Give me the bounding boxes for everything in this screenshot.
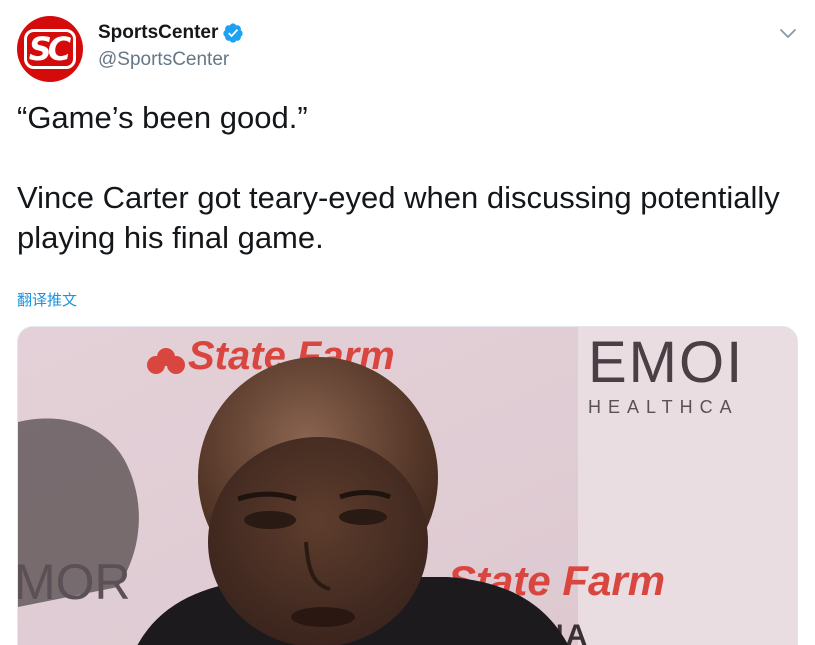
video-frame: State Farm EMOI HEALTHCA MOR State Farm … [18,327,797,645]
video-thumbnail[interactable]: State Farm EMOI HEALTHCA MOR State Farm … [17,326,798,645]
emory-sub-text: HEALTHCA [588,397,739,417]
tweet-body: Vince Carter got teary-eyed when discuss… [17,180,780,255]
display-name[interactable]: SportsCenter [98,22,218,44]
tweet-text: “Game’s been good.” Vince Carter got tea… [17,98,797,258]
avatar[interactable]: SC [17,16,83,82]
emory-top-text: EMOI [588,330,744,395]
emory-left-text: MOR [18,554,131,610]
tweet-quote: “Game’s been good.” [17,100,308,135]
author-block: SportsCenter @SportsCenter [98,20,244,71]
avatar-logo-text: SC [23,29,77,69]
tweet-card: SC SportsCenter @SportsCenter “Game’s be… [0,0,815,645]
verified-badge-icon [223,23,243,43]
handle[interactable]: @SportsCenter [98,49,244,71]
translate-tweet-link[interactable]: 翻译推文 [17,289,77,310]
chevron-down-icon[interactable] [778,24,798,44]
